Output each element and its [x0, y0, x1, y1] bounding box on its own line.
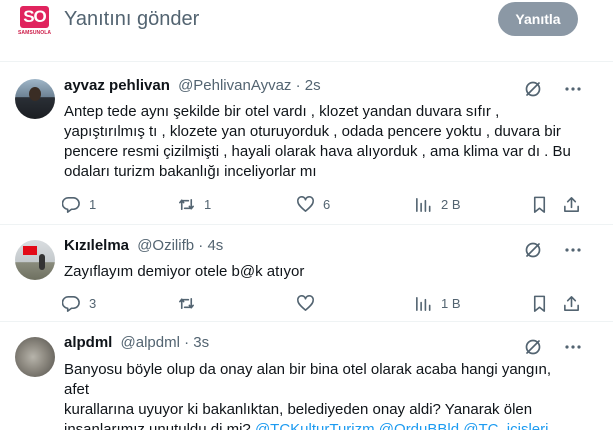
retweet-action[interactable] — [177, 292, 204, 314]
avatar[interactable] — [15, 240, 55, 280]
tweet-actions: 3 1 B — [62, 292, 592, 314]
tweet-tools — [523, 79, 613, 99]
bookmark-action[interactable] — [530, 193, 549, 215]
avatar[interactable] — [15, 79, 55, 119]
profile-logo[interactable]: SO SAMSUNOLAY — [18, 6, 51, 36]
timestamp[interactable]: 2s — [305, 77, 321, 94]
views-icon — [416, 197, 431, 212]
timestamp[interactable]: 3s — [193, 334, 209, 351]
user-handle[interactable]: @alpdml — [121, 334, 180, 351]
logo-subtext: SAMSUNOLAY — [18, 30, 51, 36]
bookmark-action[interactable] — [530, 292, 549, 314]
more-icon[interactable] — [563, 79, 583, 99]
reply-action[interactable]: 1 — [62, 193, 96, 215]
bookmark-icon — [533, 196, 546, 213]
views-count: 2 B — [441, 196, 461, 212]
user-name[interactable]: ayvaz pehlivan — [64, 77, 170, 94]
views-action[interactable]: 2 B — [414, 193, 461, 215]
user-handle[interactable]: @PehlivanAyvaz — [178, 77, 291, 94]
tweet-header: ayvaz pehlivan @PehlivanAyvaz · 2s — [64, 77, 321, 94]
retweet-count: 1 — [204, 196, 212, 212]
reply-icon — [62, 295, 80, 312]
views-action[interactable]: 1 B — [414, 292, 461, 314]
avatar[interactable] — [15, 337, 55, 377]
share-action[interactable] — [562, 292, 581, 314]
separator: · — [198, 237, 204, 254]
retweet-icon — [179, 198, 194, 210]
timestamp[interactable]: 4s — [207, 237, 223, 254]
mention-link[interactable]: @TCKulturTurizm — [255, 421, 375, 430]
reply-icon — [62, 196, 80, 213]
tweet-header: Kızılelma @Ozilifb · 4s — [64, 237, 223, 254]
mention-link[interactable]: @OrduBBld — [379, 421, 459, 430]
tweet-actions: 1 1 6 2 B — [62, 193, 592, 215]
logo-mark: SO — [20, 6, 49, 28]
reply-count: 3 — [89, 295, 97, 311]
tweet-text: Antep tede aynı şekilde bir otel vardı ,… — [64, 103, 571, 180]
reply-input[interactable]: Yanıtını gönder — [64, 8, 199, 31]
grok-icon[interactable] — [523, 337, 543, 357]
tweet-tools — [523, 240, 613, 260]
user-handle[interactable]: @Ozilifb — [137, 237, 194, 254]
share-action[interactable] — [562, 193, 581, 215]
tweet-text: Zayıflayım demiyor otele b@k atıyor — [64, 263, 305, 280]
reply-composer: SO SAMSUNOLAY Yanıtını gönder Yanıtla — [0, 0, 613, 62]
user-name[interactable]: Kızılelma — [64, 237, 129, 254]
heart-icon — [297, 294, 314, 311]
tweet[interactable]: Kızılelma @Ozilifb · 4s Zayıflayım demiy… — [0, 226, 613, 322]
views-icon — [416, 296, 431, 311]
more-icon[interactable] — [563, 240, 583, 260]
like-action[interactable]: 6 — [296, 193, 330, 215]
views-count: 1 B — [441, 295, 461, 311]
grok-icon[interactable] — [523, 240, 543, 260]
reply-button[interactable]: Yanıtla — [498, 2, 578, 36]
like-count: 6 — [323, 196, 331, 212]
retweet-action[interactable]: 1 — [177, 193, 211, 215]
more-icon[interactable] — [563, 337, 583, 357]
retweet-icon — [179, 297, 194, 309]
heart-icon — [297, 195, 314, 212]
share-icon — [564, 295, 579, 311]
tweet-text: Banyosu böyle olup da onay alan bir bina… — [64, 360, 579, 430]
tweet[interactable]: alpdml @alpdml · 3s Banyosu böyle olup d… — [0, 323, 613, 430]
user-name[interactable]: alpdml — [64, 334, 112, 351]
like-action[interactable] — [296, 292, 323, 314]
tweet-header: alpdml @alpdml · 3s — [64, 334, 209, 351]
tweet-tools — [523, 337, 613, 357]
separator: · — [295, 77, 301, 94]
tweet-text-body: Banyosu böyle olup da onay alan bir bina… — [64, 361, 552, 430]
bookmark-icon — [533, 295, 546, 312]
grok-icon[interactable] — [523, 79, 543, 99]
tweet[interactable]: ayvaz pehlivan @PehlivanAyvaz · 2s Antep… — [0, 65, 613, 225]
separator: · — [184, 334, 190, 351]
reply-action[interactable]: 3 — [62, 292, 96, 314]
share-icon — [564, 196, 579, 212]
mention-link[interactable]: @TC_icisleri — [463, 421, 548, 430]
reply-count: 1 — [89, 196, 97, 212]
